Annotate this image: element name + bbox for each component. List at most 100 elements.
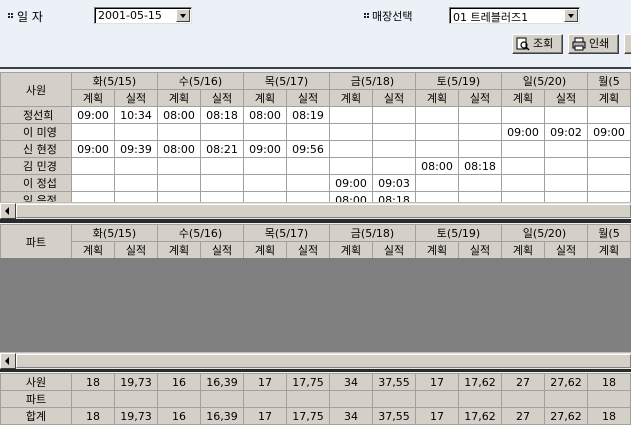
day-header: 일(5/20) — [501, 224, 588, 242]
scroll-left-arrow-icon[interactable] — [0, 353, 16, 369]
toolbar-button-partial[interactable] — [624, 34, 631, 54]
time-cell: 27,62 — [544, 407, 588, 425]
time-cell: 17,62 — [458, 373, 502, 391]
time-cell: 16,39 — [200, 407, 244, 425]
actual-header: 실적 — [200, 241, 244, 259]
time-cell — [415, 140, 459, 158]
time-cell — [372, 123, 416, 141]
scroll-left-arrow-icon[interactable] — [0, 203, 16, 219]
table-row[interactable]: 이 미영 09:00 09:02 09:00 — [0, 123, 631, 141]
scrollbar-track[interactable] — [16, 354, 631, 368]
time-cell — [372, 106, 416, 124]
time-cell: 17,75 — [286, 373, 330, 391]
printer-icon — [572, 37, 586, 51]
row-label: 사원 — [0, 373, 72, 391]
print-button-label: 인쇄 — [589, 37, 610, 50]
time-cell: 34 — [329, 373, 373, 391]
horizontal-scrollbar[interactable] — [0, 202, 631, 219]
time-cell — [415, 174, 459, 192]
plan-header: 계획 — [587, 241, 631, 259]
time-cell — [501, 390, 545, 408]
actual-header: 실적 — [458, 241, 502, 259]
time-cell: 19,73 — [114, 407, 158, 425]
plan-header: 계획 — [329, 241, 373, 259]
time-cell — [243, 157, 287, 175]
time-cell: 18 — [587, 373, 631, 391]
print-button[interactable]: 인쇄 — [568, 34, 619, 54]
row-label: 김 민경 — [0, 157, 72, 175]
time-cell: 27,62 — [544, 373, 588, 391]
time-cell — [544, 174, 588, 192]
day-header: 월(5 — [587, 224, 631, 242]
time-cell — [114, 123, 158, 141]
plan-header: 계획 — [157, 89, 201, 107]
row-label: 파트 — [0, 390, 72, 408]
time-cell: 09:00 — [329, 174, 373, 192]
time-cell — [372, 140, 416, 158]
day-header: 수(5/16) — [157, 224, 244, 242]
table-row[interactable]: 김 민경 08:00 08:18 — [0, 157, 631, 175]
time-cell: 18 — [587, 407, 631, 425]
time-cell — [71, 123, 115, 141]
summary-row[interactable]: 사원 18 19,73 16 16,39 17 17,75 34 37,55 17 17,62 27 2… — [0, 373, 631, 391]
row-label: 합계 — [0, 407, 72, 425]
plan-header: 계획 — [587, 89, 631, 107]
time-cell: 08:18 — [200, 106, 244, 124]
date-label: 일 자 — [17, 10, 43, 24]
time-cell — [501, 106, 545, 124]
time-cell — [71, 174, 115, 192]
time-cell: 09:00 — [71, 106, 115, 124]
plan-header: 계획 — [329, 89, 373, 107]
summary-grid: 사원 18 19,73 16 16,39 17 17,75 34 37,55 17 17,62 27 2… — [0, 373, 631, 425]
time-cell — [329, 157, 373, 175]
time-cell — [200, 390, 244, 408]
actual-header: 실적 — [372, 241, 416, 259]
day-header: 월(5 — [587, 72, 631, 90]
time-cell — [458, 140, 502, 158]
time-cell: 08:00 — [157, 106, 201, 124]
bullet-icon — [8, 13, 13, 18]
actual-header: 실적 — [286, 89, 330, 107]
search-button-label: 조회 — [533, 37, 554, 50]
table-row[interactable]: 이 정섭 09:00 09:03 — [0, 174, 631, 192]
time-cell: 10:34 — [114, 106, 158, 124]
chevron-down-icon[interactable] — [564, 9, 578, 22]
store-select[interactable]: 01 트레블러즈1 — [449, 7, 580, 24]
plan-header: 계획 — [243, 241, 287, 259]
table-row[interactable]: 정선희 09:00 10:34 08:00 08:18 08:00 08:19 — [0, 106, 631, 124]
time-cell — [458, 123, 502, 141]
time-cell: 08:00 — [415, 157, 459, 175]
time-cell: 09:56 — [286, 140, 330, 158]
plan-header: 계획 — [415, 241, 459, 259]
grid-corner-label: 파트 — [0, 224, 72, 259]
scrollbar-track[interactable] — [16, 204, 631, 218]
time-cell — [286, 390, 330, 408]
row-label: 신 현정 — [0, 140, 72, 158]
time-cell — [544, 106, 588, 124]
table-row[interactable]: 신 현정 09:00 09:39 08:00 08:21 09:00 09:56 — [0, 140, 631, 158]
date-select[interactable]: 2001-05-15 — [94, 7, 192, 24]
time-cell — [329, 106, 373, 124]
horizontal-scrollbar[interactable] — [0, 352, 631, 369]
search-button[interactable]: 조회 — [512, 34, 563, 54]
day-header: 수(5/16) — [157, 72, 244, 90]
time-cell: 18 — [71, 407, 115, 425]
time-cell: 17 — [243, 373, 287, 391]
plan-header: 계획 — [501, 241, 545, 259]
time-cell: 27 — [501, 407, 545, 425]
time-cell: 34 — [329, 407, 373, 425]
time-cell — [415, 390, 459, 408]
time-cell: 09:00 — [587, 123, 631, 141]
divider — [0, 67, 631, 69]
actual-header: 실적 — [286, 241, 330, 259]
plan-header: 계획 — [71, 241, 115, 259]
time-cell — [157, 157, 201, 175]
summary-row[interactable]: 합계 18 19,73 16 16,39 17 17,75 34 37,55 17 17,62 27 2… — [0, 407, 631, 425]
summary-row[interactable]: 파트 — [0, 390, 631, 408]
time-cell: 27 — [501, 373, 545, 391]
time-cell — [286, 157, 330, 175]
time-cell: 08:21 — [200, 140, 244, 158]
divider — [0, 369, 631, 372]
time-cell: 09:00 — [243, 140, 287, 158]
chevron-down-icon[interactable] — [176, 9, 190, 22]
